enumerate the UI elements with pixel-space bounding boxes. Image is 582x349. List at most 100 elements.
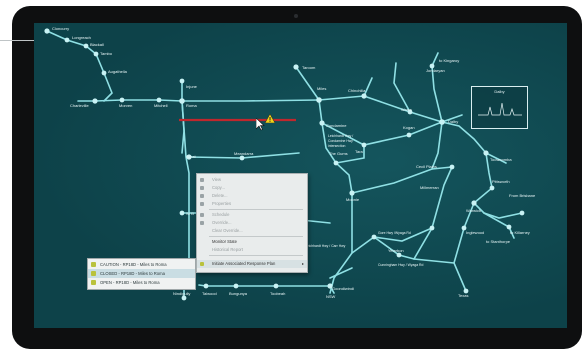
road-warwick bbox=[473, 202, 523, 219]
node-taroom bbox=[293, 64, 299, 70]
menu-item-override[interactable]: Override... bbox=[197, 219, 307, 227]
menu-item-clear-override[interactable]: Clear Override... bbox=[197, 227, 307, 235]
dalby-inset[interactable]: Dalby bbox=[471, 86, 528, 129]
label-toowoomba: Toowoomba bbox=[490, 157, 512, 162]
label-charleville: Charleville bbox=[70, 103, 89, 108]
label-leichhardt: Leichhardt Hwy / Carr Hwy bbox=[305, 244, 346, 248]
label-gums: The Gums bbox=[329, 151, 348, 156]
label-roma: Roma bbox=[186, 103, 197, 108]
label-condamine-note: Leichhardt Hwy / Condamine Hwy intersect… bbox=[328, 134, 354, 148]
menu-item-monitor-state[interactable]: Monitor State bbox=[197, 238, 307, 246]
label-pittsworth: Pittsworth bbox=[492, 179, 510, 184]
node-stgeorge bbox=[179, 210, 185, 216]
node-roma bbox=[179, 98, 185, 104]
label-longreach: Longreach bbox=[72, 35, 91, 40]
label-taroom: Taroom bbox=[302, 65, 316, 70]
node-cecil bbox=[449, 164, 455, 170]
label-blackall: Blackall bbox=[90, 42, 104, 47]
label-warra: Warra bbox=[401, 107, 412, 112]
label-millmerran: Millmerran bbox=[420, 185, 439, 190]
menu-item-view[interactable]: View bbox=[197, 176, 307, 184]
node-tara bbox=[361, 142, 367, 148]
node-bungunya bbox=[233, 283, 239, 289]
response-plan-submenu: CAUTION - RP18D - Miles to Roma CLOSED -… bbox=[87, 258, 196, 290]
road-inglewood bbox=[453, 202, 475, 292]
label-toobeah: Toobeah bbox=[270, 291, 286, 296]
menu-separator bbox=[209, 236, 303, 237]
node-kogan bbox=[406, 132, 412, 138]
delete-icon bbox=[200, 194, 204, 198]
label-cunningham: Cunningham Hwy / Wyaga Rd bbox=[378, 263, 424, 267]
callout-line bbox=[0, 40, 36, 41]
plan-open[interactable]: OPEN - RP18D - Miles to Roma bbox=[88, 278, 195, 287]
node-chinchilla bbox=[361, 93, 367, 99]
road-yelarbon bbox=[373, 236, 455, 264]
node-talwood bbox=[203, 283, 209, 289]
menu-item-properties[interactable]: Properties bbox=[197, 200, 307, 208]
label-talwood: Talwood bbox=[202, 291, 217, 296]
node-condamine bbox=[319, 120, 325, 126]
menu-separator bbox=[209, 255, 303, 256]
node-augathella bbox=[101, 70, 107, 76]
node-meandarra bbox=[239, 155, 245, 161]
label-st-george: St G bbox=[186, 211, 195, 216]
node-warwick bbox=[471, 200, 477, 206]
road-taroom-miles bbox=[295, 66, 320, 101]
webcam bbox=[294, 14, 298, 18]
menu-item-schedule[interactable]: Schedule bbox=[197, 211, 307, 219]
label-killarney: to Killarney bbox=[510, 230, 530, 235]
node-brisbane bbox=[519, 210, 525, 216]
plan-icon bbox=[91, 280, 96, 285]
context-menu: View Copy... Delete... Properties Schedu… bbox=[196, 173, 308, 273]
node-cloncurry bbox=[44, 28, 50, 34]
road-chinchilla-up bbox=[363, 77, 373, 97]
road-north bbox=[393, 62, 411, 113]
road-cecil bbox=[431, 121, 443, 170]
node-gums bbox=[333, 160, 339, 166]
inset-sparkline bbox=[478, 102, 522, 116]
node-tambo bbox=[93, 51, 99, 57]
label-brisbane: From Brisbane bbox=[509, 193, 536, 198]
node-toobeah bbox=[273, 283, 279, 289]
label-meandarra: Meandarra bbox=[234, 151, 254, 156]
label-stanthorpe: to Stanthorpe bbox=[486, 239, 511, 244]
menu-item-copy[interactable]: Copy... bbox=[197, 184, 307, 192]
menu-item-historical-report[interactable]: Historical Report bbox=[197, 246, 307, 254]
label-injune: Injune bbox=[186, 84, 197, 89]
road-millmerran bbox=[413, 166, 453, 260]
copy-icon bbox=[200, 186, 204, 190]
label-cecil-plains: Cecil Plains bbox=[416, 164, 437, 169]
node-injune bbox=[179, 78, 185, 84]
node-killarney bbox=[506, 224, 512, 230]
road-kingaroy bbox=[431, 52, 443, 123]
label-kingaroy: to Kingaroy bbox=[439, 58, 460, 63]
submenu-arrow-icon: ▸ bbox=[301, 261, 304, 266]
label-tambo: Tambo bbox=[100, 51, 113, 56]
label-moonie: Moonie bbox=[346, 197, 360, 202]
warning-icon[interactable] bbox=[265, 114, 275, 123]
menu-item-initiate-response-plan[interactable]: Initiate Associated Response Plan ▸ bbox=[197, 260, 307, 268]
view-icon bbox=[200, 178, 204, 182]
menu-item-delete[interactable]: Delete... bbox=[197, 192, 307, 200]
label-surat: Surat bbox=[186, 154, 196, 159]
plan-icon bbox=[91, 262, 96, 267]
label-mitchell: Mitchell bbox=[154, 103, 168, 108]
road-roma-miles-main bbox=[181, 99, 320, 102]
label-inglewood: Inglewood bbox=[466, 230, 485, 235]
node-toowoomba bbox=[483, 150, 489, 156]
plan-closed[interactable]: CLOSED - RP18D - Miles to Roma bbox=[88, 269, 195, 278]
label-nindigully: Nindigully bbox=[173, 291, 191, 296]
node-charleville bbox=[92, 98, 98, 104]
label-chinchilla: Chinchilla bbox=[348, 88, 366, 93]
menu-separator bbox=[209, 209, 303, 210]
label-augathella: Augathella bbox=[108, 69, 127, 74]
node-moonie bbox=[349, 190, 355, 196]
label-gore-hwy: Gore Hwy /Wyaga Rd bbox=[378, 231, 411, 235]
label-nsw: NSW bbox=[326, 294, 336, 299]
node-morven bbox=[119, 97, 125, 103]
schedule-icon bbox=[200, 213, 204, 217]
mouse-cursor-icon bbox=[256, 118, 265, 131]
plan-caution[interactable]: CAUTION - RP18D - Miles to Roma bbox=[88, 260, 195, 269]
node-mitchell bbox=[156, 97, 162, 103]
label-dalby: Dalby bbox=[448, 119, 459, 124]
